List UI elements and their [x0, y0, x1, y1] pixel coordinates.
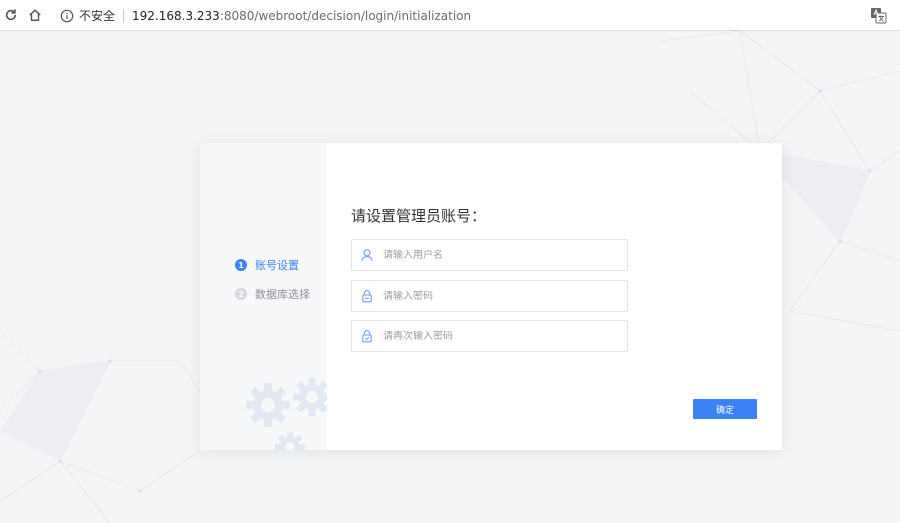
address-bar[interactable]: 不安全 192.168.3.233:8080/webroot/decision/…: [55, 4, 865, 27]
reload-button[interactable]: [2, 6, 20, 24]
confirm-button[interactable]: 确定: [693, 399, 757, 419]
username-input[interactable]: [383, 249, 613, 261]
gears-icon: [246, 378, 327, 450]
translate-icon[interactable]: [870, 7, 887, 24]
setup-dialog: 1 账号设置 2 数据库选择 请设置管理员账号： 请输入用户名 确定: [200, 143, 782, 450]
url-host: 192.168.3.233: [132, 8, 220, 23]
confirm-password-input[interactable]: [383, 330, 613, 342]
home-button[interactable]: [26, 6, 44, 24]
lock-icon: [362, 330, 372, 343]
step-database-selection[interactable]: 2 数据库选择: [235, 286, 310, 302]
url-path: :8080/webroot/decision/login/initializat…: [219, 8, 472, 23]
url-divider: [123, 8, 125, 23]
security-label: 不安全: [79, 9, 116, 23]
lock-icon: [362, 290, 372, 303]
password-field[interactable]: [351, 280, 628, 312]
step-label: 数据库选择: [255, 288, 310, 301]
user-icon: [361, 249, 373, 262]
step-account-settings[interactable]: 1 账号设置: [235, 257, 299, 273]
step-label: 账号设置: [255, 259, 299, 272]
page-title: 请设置管理员账号：: [351, 207, 487, 225]
password-input[interactable]: [383, 290, 613, 302]
form-panel: 请设置管理员账号： 确定: [327, 143, 782, 450]
confirm-password-field[interactable]: [351, 320, 628, 352]
steps-sidebar: 1 账号设置 2 数据库选择: [200, 143, 327, 450]
step-number: 1: [235, 259, 247, 271]
home-icon: [29, 9, 41, 21]
reload-icon: [5, 9, 17, 21]
step-number: 2: [235, 288, 247, 300]
username-field[interactable]: [351, 239, 628, 271]
info-icon[interactable]: [60, 9, 74, 23]
browser-toolbar: 不安全 192.168.3.233:8080/webroot/decision/…: [0, 0, 900, 31]
